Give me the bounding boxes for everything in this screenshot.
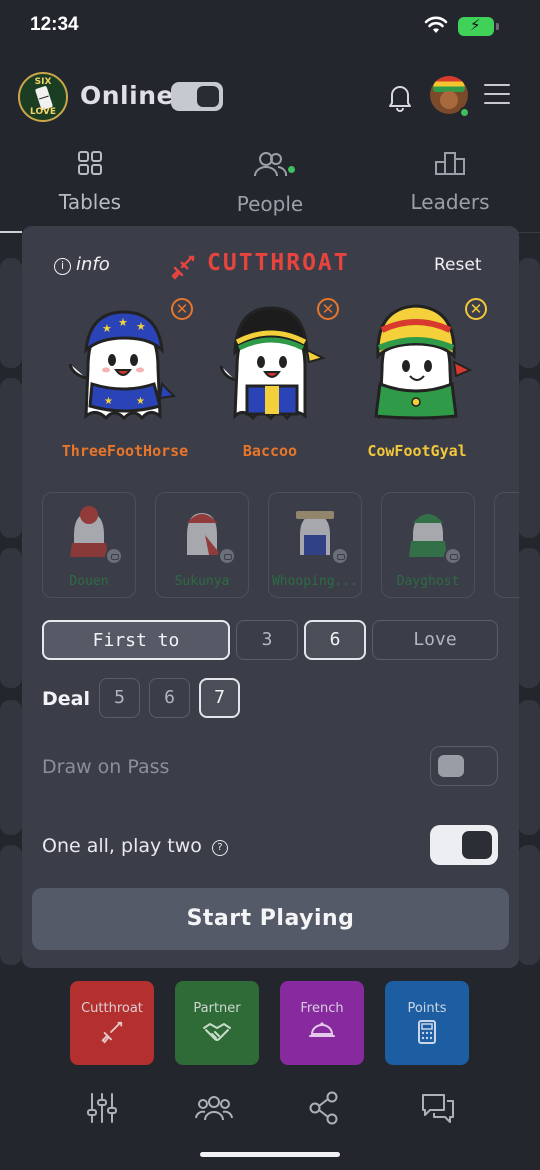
- background-card: [0, 548, 22, 688]
- first-to-option-3[interactable]: 3: [236, 620, 298, 660]
- character-name: Whooping...: [271, 574, 359, 589]
- background-card: [518, 378, 540, 538]
- app-header: SIX LOVE Online: [0, 70, 540, 124]
- remove-player-icon[interactable]: ✕: [317, 298, 339, 320]
- background-card: [518, 845, 540, 965]
- reset-button[interactable]: Reset: [434, 255, 482, 275]
- lock-icon: [331, 547, 349, 565]
- chat-icon[interactable]: [420, 1090, 456, 1126]
- ghost-avatar-rasta: [374, 304, 473, 421]
- player-name: Baccoo: [242, 442, 298, 460]
- first-to-option-love[interactable]: Love: [372, 620, 498, 660]
- background-card: [0, 378, 22, 538]
- lock-icon: [218, 547, 236, 565]
- mode-cutthroat-button[interactable]: Cutthroat: [70, 981, 154, 1065]
- tab-label: Leaders: [410, 190, 490, 214]
- tab-label: Tables: [58, 190, 122, 214]
- game-setup-panel: i info CUTTHROAT Reset ★ ★ ★ ★ ★ ✕ ThreeFoot…: [22, 226, 519, 968]
- background-card: [0, 700, 22, 835]
- wifi-icon: [424, 16, 448, 33]
- main-tabs: Tables People Leaders: [0, 150, 540, 230]
- sliders-icon[interactable]: [84, 1090, 120, 1126]
- player-slot[interactable]: ★ ★ ★ ★ ★ ✕ ThreeFootHorse: [50, 298, 200, 468]
- player-name: ThreeFootHorse: [61, 442, 189, 460]
- status-bar: 12:34 ⚡: [0, 0, 540, 56]
- handshake-icon: [203, 1022, 231, 1041]
- deal-option-6[interactable]: 6: [149, 678, 190, 718]
- people-icon: [254, 152, 288, 177]
- deal-option-5[interactable]: 5: [99, 678, 140, 718]
- mode-french-button[interactable]: French: [280, 981, 364, 1065]
- background-card: [518, 700, 540, 835]
- remove-player-icon[interactable]: ✕: [465, 298, 487, 320]
- background-card: [518, 548, 540, 688]
- first-to-option-6[interactable]: 6: [304, 620, 366, 660]
- game-mode-title: CUTTHROAT: [207, 250, 350, 276]
- svg-text:★: ★: [102, 322, 112, 335]
- draw-on-pass-label: Draw on Pass: [42, 756, 170, 778]
- online-label: Online: [80, 81, 174, 110]
- background-card: [0, 845, 22, 965]
- player-slot[interactable]: ✕ Baccoo: [195, 298, 345, 468]
- status-time: 12:34: [30, 14, 79, 35]
- player-name: CowFootGyal: [367, 442, 467, 460]
- online-status-dot: [459, 107, 470, 118]
- start-playing-button[interactable]: Start Playing: [32, 888, 509, 950]
- grid-icon: [78, 151, 102, 175]
- info-icon: i: [54, 258, 71, 275]
- svg-text:★: ★: [104, 396, 113, 407]
- tab-leaders[interactable]: Leaders: [380, 150, 520, 214]
- mode-points-button[interactable]: Points: [385, 981, 469, 1065]
- lock-icon: [444, 547, 462, 565]
- svg-text:★: ★: [136, 320, 146, 333]
- lock-icon: [105, 547, 123, 565]
- first-to-label: First to: [42, 620, 230, 660]
- svg-text:★: ★: [118, 316, 128, 329]
- draw-on-pass-toggle[interactable]: [430, 746, 498, 786]
- people-online-dot: [288, 166, 295, 173]
- one-all-play-two-toggle[interactable]: [430, 825, 498, 865]
- remove-player-icon[interactable]: ✕: [171, 298, 193, 320]
- locked-character-card[interactable]: Whooping...: [268, 492, 362, 598]
- podium-icon: [435, 152, 465, 175]
- calculator-icon: [418, 1020, 436, 1044]
- tab-tables[interactable]: Tables: [20, 150, 160, 214]
- svg-text:★: ★: [136, 396, 145, 407]
- help-icon[interactable]: ?: [211, 840, 228, 856]
- locked-character-card[interactable]: Dayghost: [381, 492, 475, 598]
- hamburger-menu-icon[interactable]: [484, 84, 510, 106]
- locked-characters-row[interactable]: Douen Sukunya Whooping... Dayghost: [42, 492, 519, 600]
- bell-icon[interactable]: [386, 82, 414, 112]
- locked-character-card[interactable]: [494, 492, 519, 598]
- sword-icon: [101, 1021, 123, 1044]
- tab-people[interactable]: People: [200, 150, 340, 216]
- home-indicator[interactable]: [200, 1152, 340, 1157]
- tab-label: People: [236, 192, 304, 216]
- one-all-play-two-row: One all, play two?: [42, 835, 228, 857]
- cloche-icon: [309, 1022, 335, 1037]
- info-button[interactable]: i info: [54, 254, 110, 275]
- locked-character-card[interactable]: Douen: [42, 492, 136, 598]
- character-name: Douen: [69, 574, 109, 589]
- app-logo: SIX LOVE: [18, 72, 68, 122]
- charging-icon: ⚡: [470, 16, 481, 34]
- background-card: [518, 258, 540, 368]
- background-card: [0, 258, 22, 368]
- mode-partner-button[interactable]: Partner: [175, 981, 259, 1065]
- locked-character-card[interactable]: Sukunya: [155, 492, 249, 598]
- character-name: Dayghost: [396, 574, 460, 589]
- player-slot[interactable]: ✕ CowFootGyal: [342, 298, 492, 468]
- character-name: Sukunya: [174, 574, 230, 589]
- deal-label: Deal: [42, 688, 90, 710]
- online-toggle[interactable]: [171, 82, 223, 111]
- share-icon[interactable]: [306, 1090, 342, 1126]
- group-icon[interactable]: [194, 1090, 234, 1126]
- deal-option-7[interactable]: 7: [199, 678, 240, 718]
